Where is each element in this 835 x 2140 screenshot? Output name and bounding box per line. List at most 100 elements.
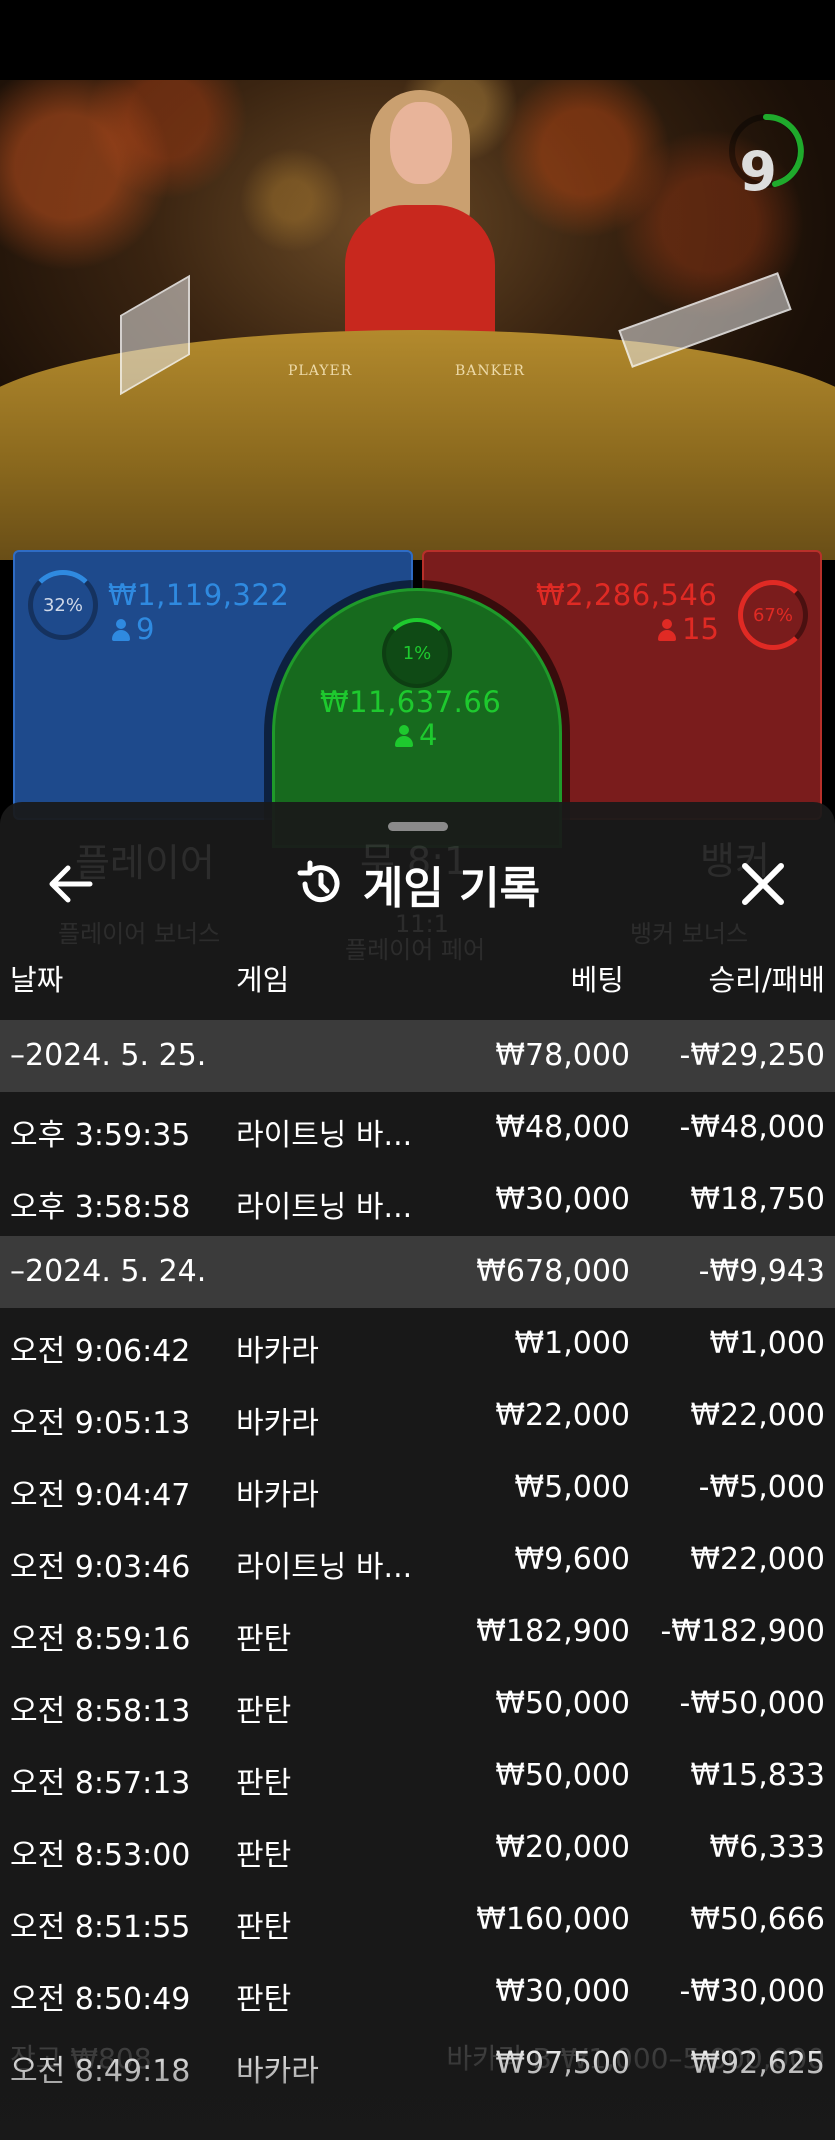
date-group-row: –2024. 5. 24. ₩678,000 -₩9,943 [0,1236,835,1308]
row-game: 라이트닝 바... [236,1118,413,1153]
row-winloss: -₩9,943 [698,1254,825,1289]
row-winloss: ₩6,333 [709,1830,825,1865]
row-game: 판탄 [236,1766,292,1801]
ghost-table-limits: 바카라 B ₩1,000–5,000,000 [446,2042,825,2075]
row-date: –2024. 5. 25. [10,1038,207,1073]
top-black-bar [0,0,835,80]
ghost-player-bonus: 플레이어 보너스 [58,920,221,948]
row-game: 바카라 [236,1406,319,1441]
row-game: 판탄 [236,1694,292,1729]
history-clock-icon [297,860,340,903]
row-winloss: -₩30,000 [679,1974,825,2009]
row-winloss: ₩1,000 [709,1326,825,1361]
history-row[interactable]: 오전 9:04:47 바카라 ₩5,000 -₩5,000 [0,1452,835,1524]
history-row[interactable]: 오전 9:06:42 바카라 ₩1,000 ₩1,000 [0,1308,835,1380]
row-date: 오전 9:06:42 [10,1334,191,1369]
row-game: 판탄 [236,1622,292,1657]
row-bet: ₩78,000 [495,1038,630,1073]
banker-percent-ring: 67% [738,580,808,650]
row-game: 바카라 [236,1334,319,1369]
row-winloss: -₩5,000 [698,1470,825,1505]
history-row[interactable]: 오전 8:59:16 판탄 ₩182,900 -₩182,900 [0,1596,835,1668]
game-history-sheet: 플레이어 무 8:1 뱅커 플레이어 보너스 11:1 플레이어 페어 뱅커 보… [0,802,835,2140]
history-row[interactable]: 오전 9:05:13 바카라 ₩22,000 ₩22,000 [0,1380,835,1452]
banker-bettor-count: 15 [658,612,719,646]
history-row[interactable]: 오후 3:58:58 라이트닝 바... ₩30,000 ₩18,750 [0,1164,835,1236]
history-row[interactable]: 오전 8:53:00 판탄 ₩20,000 ₩6,333 [0,1812,835,1884]
row-date: 오전 8:59:16 [10,1622,191,1657]
live-video-stream: PLAYER BANKER [0,80,835,560]
row-date: 오전 8:53:00 [10,1838,191,1873]
column-header-date: 날짜 [10,963,64,997]
column-header-game: 게임 [236,963,290,997]
row-game: 바카라 [236,1478,319,1513]
row-date: 오전 8:50:49 [10,1982,191,2017]
row-date: –2024. 5. 24. [10,1254,207,1289]
row-winloss: -₩29,250 [679,1038,825,1073]
row-date: 오후 3:58:58 [10,1190,191,1225]
row-winloss: ₩18,750 [690,1182,825,1217]
row-bet: ₩182,900 [476,1614,630,1649]
person-icon [112,619,130,641]
history-row[interactable]: 오전 9:03:46 라이트닝 바... ₩9,600 ₩22,000 [0,1524,835,1596]
tie-percent-ring: 1% [382,618,452,688]
row-date: 오전 9:05:13 [10,1406,191,1441]
row-game: 바카라 [236,2054,319,2089]
table-label-banker: BANKER [455,363,525,379]
history-row[interactable]: 오후 3:59:35 라이트닝 바... ₩48,000 -₩48,000 [0,1092,835,1164]
banker-percent: 67% [752,604,793,626]
sheet-header: 게임 기록 [0,852,835,916]
ghost-balance: 잔고 ₩808 [10,2042,152,2075]
row-game: 판탄 [236,1838,292,1873]
row-winloss: ₩50,666 [690,1902,825,1937]
close-icon [742,863,784,905]
row-bet: ₩50,000 [495,1686,630,1721]
table-label-player: PLAYER [288,363,353,379]
row-winloss: ₩22,000 [690,1542,825,1577]
sheet-drag-handle[interactable] [388,822,448,831]
tie-bet-amount: ₩11,637.66 [320,685,502,719]
ghost-player-pair: 플레이어 페어 [345,936,486,964]
row-bet: ₩1,000 [514,1326,630,1361]
row-date: 오후 3:59:35 [10,1118,191,1153]
row-winloss: -₩48,000 [679,1110,825,1145]
history-row[interactable]: 오전 8:57:13 판탄 ₩50,000 ₩15,833 [0,1740,835,1812]
row-winloss: ₩22,000 [690,1398,825,1433]
date-group-row: –2024. 5. 25. ₩78,000 -₩29,250 [0,1020,835,1092]
history-list: –2024. 5. 25. ₩78,000 -₩29,250 오후 3:59:35 라이… [0,1020,835,2100]
player-percent: 32% [42,594,83,616]
row-bet: ₩30,000 [495,1182,630,1217]
person-icon [395,725,413,747]
person-icon [658,619,676,641]
player-percent-ring: 32% [28,570,98,640]
tie-count-value: 4 [419,718,438,752]
row-bet: ₩5,000 [514,1470,630,1505]
player-bettor-count: 9 [112,612,154,646]
row-bet: ₩48,000 [495,1110,630,1145]
ghost-banker-bonus: 뱅커 보너스 [630,920,749,948]
history-row[interactable]: 오전 8:51:55 판탄 ₩160,000 ₩50,666 [0,1884,835,1956]
history-row[interactable]: 오전 8:58:13 판탄 ₩50,000 -₩50,000 [0,1668,835,1740]
row-bet: ₩9,600 [514,1542,630,1577]
betting-area: 32% ₩1,119,322 9 67% ₩2,286,546 15 1% ₩1… [0,548,835,848]
row-bet: ₩50,000 [495,1758,630,1793]
tie-bettor-count: 4 [395,718,437,752]
row-game: 판탄 [236,1910,292,1945]
close-button[interactable] [731,854,795,914]
row-date: 오전 9:03:46 [10,1550,191,1585]
page-title: 게임 기록 [362,863,541,914]
row-date: 오전 9:04:47 [10,1478,191,1513]
row-winloss: ₩15,833 [690,1758,825,1793]
column-header-winloss: 승리/패배 [708,963,826,997]
row-bet: ₩22,000 [495,1398,630,1433]
countdown-timer-value: 9 [739,140,777,203]
banker-bet-amount: ₩2,286,546 [536,578,718,612]
player-count-value: 9 [136,612,155,646]
history-row[interactable]: 오전 8:50:49 판탄 ₩30,000 -₩30,000 [0,1956,835,2028]
banker-count-value: 15 [682,612,719,646]
row-date: 오전 8:57:13 [10,1766,191,1801]
dealer-head [390,102,452,184]
row-date: 오전 8:51:55 [10,1910,191,1945]
row-winloss: -₩50,000 [679,1686,825,1721]
row-bet: ₩678,000 [476,1254,630,1289]
